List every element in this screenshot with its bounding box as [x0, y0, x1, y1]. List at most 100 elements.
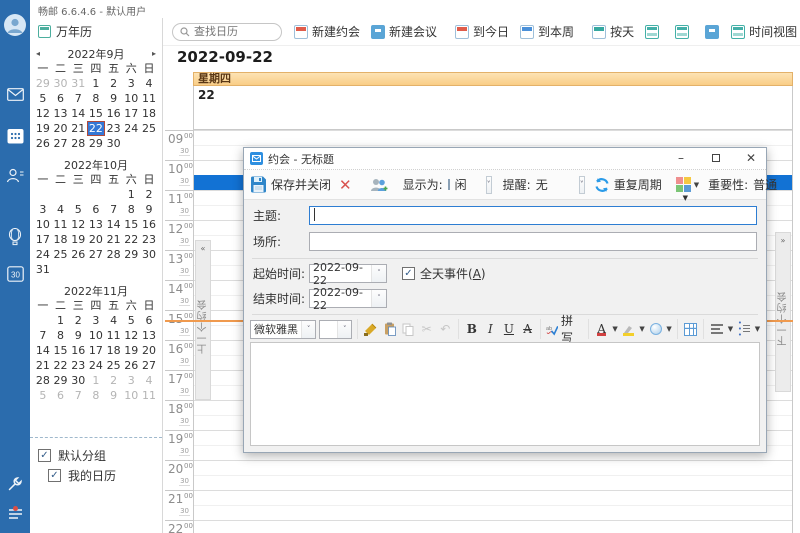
mini-cal-day[interactable]: 13 [87, 217, 105, 232]
spellcheck-button[interactable]: ab 拼写 [546, 312, 583, 346]
mini-cal-day[interactable]: 16 [105, 106, 123, 121]
mini-cal-day[interactable]: 7 [69, 91, 87, 106]
mail-icon[interactable] [0, 88, 30, 101]
mini-cal-day[interactable]: 16 [140, 217, 158, 232]
mini-cal-day[interactable]: 19 [34, 121, 52, 136]
go-today-button[interactable]: 到今日 [455, 23, 509, 40]
next-appointment-tab[interactable]: » 下一个约会 [775, 232, 791, 392]
mini-cal-day[interactable]: 1 [87, 373, 105, 388]
mini-cal-day[interactable]: 8 [87, 91, 105, 106]
dialog-maximize-button[interactable] [701, 148, 731, 169]
mini-cal-day[interactable]: 4 [105, 313, 123, 328]
week-view-button[interactable] [675, 25, 689, 39]
mini-cal-day[interactable]: 28 [105, 247, 123, 262]
mini-cal-day[interactable]: 13 [52, 106, 70, 121]
mini-cal-day[interactable]: 2 [140, 187, 158, 202]
fill-color-button[interactable] [648, 321, 664, 338]
strikethrough-button[interactable]: A [520, 321, 536, 338]
location-input[interactable] [309, 232, 757, 251]
mini-cal-day[interactable]: 27 [87, 247, 105, 262]
next-month-arrow[interactable]: ▸ [152, 49, 156, 58]
mini-cal-day[interactable]: 6 [140, 313, 158, 328]
dialog-titlebar[interactable]: 约会 - 无标题 – ✕ [244, 148, 766, 170]
hour-row[interactable] [194, 460, 792, 490]
mini-cal-day[interactable]: 6 [52, 388, 70, 403]
mini-cal-day[interactable]: 4 [140, 373, 158, 388]
mini-cal-day[interactable]: 30 [140, 247, 158, 262]
hour-row[interactable] [194, 520, 792, 533]
mini-cal-day[interactable]: 10 [122, 91, 140, 106]
mini-cal-day[interactable]: 2 [105, 76, 123, 91]
mini-cal-day[interactable]: 19 [122, 343, 140, 358]
new-meeting-button[interactable]: 新建会议 [371, 23, 437, 40]
mini-cal-day[interactable]: 1 [52, 313, 70, 328]
mini-cal-day[interactable]: 29 [122, 247, 140, 262]
all-day-checkbox[interactable]: ✓ [402, 267, 415, 280]
body-editor[interactable] [250, 342, 760, 446]
mini-cal-day[interactable]: 11 [52, 217, 70, 232]
mini-cal-day[interactable]: 10 [122, 388, 140, 403]
mini-cal-day[interactable]: 11 [140, 388, 158, 403]
align-button[interactable] [709, 321, 725, 338]
mini-cal-day[interactable]: 22 [122, 232, 140, 247]
mini-cal-day[interactable]: 24 [122, 121, 140, 136]
mini-cal-day[interactable]: 6 [87, 202, 105, 217]
mini-cal-day[interactable]: 2 [105, 373, 123, 388]
mini-cal-day[interactable]: 30 [105, 136, 123, 151]
mini-cal-day[interactable]: 7 [69, 388, 87, 403]
day-header-band[interactable]: 星期四 [193, 72, 793, 86]
mini-cal-day[interactable]: 17 [34, 232, 52, 247]
mini-cal-day[interactable]: 30 [52, 76, 70, 91]
menu-icon[interactable] [0, 508, 30, 520]
format-painter-icon[interactable] [363, 321, 379, 338]
calendar-icon[interactable] [0, 128, 30, 144]
mini-cal-day[interactable]: 23 [105, 121, 123, 136]
mini-cal-day[interactable]: 20 [140, 343, 158, 358]
mini-cal-day[interactable]: 14 [69, 106, 87, 121]
go-this-week-button[interactable]: 到本周 [520, 23, 574, 40]
mini-cal-day[interactable]: 30 [69, 373, 87, 388]
mini-cal-day[interactable]: 7 [34, 328, 52, 343]
mini-cal-day[interactable]: 8 [87, 388, 105, 403]
mini-cal-day[interactable]: 31 [69, 76, 87, 91]
prev-month-arrow[interactable]: ◂ [36, 49, 40, 58]
category-color-button[interactable]: ▼ [676, 177, 699, 192]
mini-cal-day[interactable]: 4 [52, 202, 70, 217]
mini-cal-day[interactable]: 24 [34, 247, 52, 262]
mini-cal-day[interactable]: 7 [105, 202, 123, 217]
save-close-button[interactable]: 保存并关闭 [250, 176, 331, 193]
mini-cal-day[interactable]: 23 [69, 358, 87, 373]
mini-cal-day[interactable]: 4 [140, 76, 158, 91]
mini-cal-day[interactable]: 10 [87, 328, 105, 343]
dialog-close-button[interactable]: ✕ [736, 148, 766, 169]
mini-cal-day[interactable]: 1 [122, 187, 140, 202]
mini-cal-day[interactable]: 17 [122, 106, 140, 121]
mini-cal-day[interactable]: 1 [87, 76, 105, 91]
mini-cal-day[interactable]: 21 [34, 358, 52, 373]
mini-cal-day[interactable]: 12 [69, 217, 87, 232]
bold-button[interactable]: B [464, 321, 480, 338]
mini-cal-day[interactable]: 24 [87, 358, 105, 373]
mini-cal-day[interactable]: 26 [122, 358, 140, 373]
invite-attendees-button[interactable] [369, 177, 389, 193]
lantern-icon[interactable] [0, 228, 30, 246]
font-size-combobox[interactable]: ˅ [319, 320, 352, 339]
month-view-button[interactable] [705, 25, 719, 39]
recurrence-button[interactable]: 重复周期 [594, 176, 662, 193]
italic-button[interactable]: I [483, 321, 499, 338]
mini-cal-day[interactable]: 14 [105, 217, 123, 232]
avatar[interactable] [0, 14, 30, 36]
subject-input[interactable] [309, 206, 757, 225]
mini-cal-day[interactable]: 21 [105, 232, 123, 247]
mini-cal-day[interactable]: 28 [69, 136, 87, 151]
mini-cal-day[interactable]: 20 [52, 121, 70, 136]
settings-wrench-icon[interactable] [0, 476, 30, 492]
group-my-calendar[interactable]: ✓ 我的日历 [30, 465, 162, 485]
font-color-button[interactable]: A [594, 321, 610, 338]
mini-cal-day[interactable]: 18 [140, 106, 158, 121]
mini-cal-day[interactable]: 25 [105, 358, 123, 373]
mini-cal-day[interactable]: 9 [69, 328, 87, 343]
start-date-combobox[interactable]: 2022-09-22 ˅ [309, 264, 387, 283]
mini-cal-day[interactable]: 31 [34, 262, 52, 277]
time-view-button[interactable]: 时间视图 [731, 23, 797, 40]
